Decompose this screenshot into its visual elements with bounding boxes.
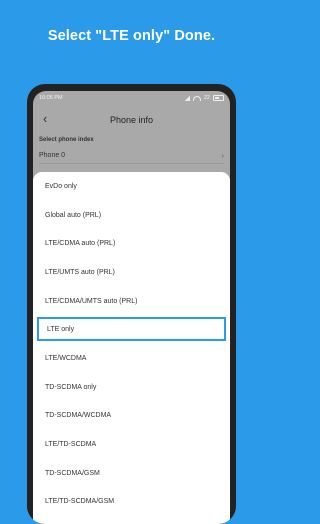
app-bar: ‹ Phone info bbox=[33, 105, 230, 135]
network-option[interactable]: LTE/CDMA auto (PRL) bbox=[33, 229, 230, 258]
battery-level: 22 bbox=[203, 95, 210, 101]
status-time: 10:05 PM bbox=[39, 95, 63, 101]
page-title: Phone info bbox=[109, 115, 154, 125]
signal-icon bbox=[183, 95, 190, 101]
wifi-icon bbox=[192, 95, 201, 101]
status-icons: 22 bbox=[183, 95, 224, 101]
network-option[interactable]: LTE/TD-SCDMA bbox=[33, 430, 230, 459]
network-option[interactable]: LTE/UMTS auto (PRL) bbox=[33, 258, 230, 287]
network-option[interactable]: LTE/WCDMA bbox=[33, 344, 230, 373]
network-option[interactable]: TD-SCDMA/GSM bbox=[33, 459, 230, 488]
network-option-list: EvDo only Global auto (PRL) LTE/CDMA auto … bbox=[33, 172, 230, 516]
network-option[interactable]: LTE/CDMA/UMTS auto (PRL) bbox=[33, 287, 230, 316]
phone-index-value: Phone 0 bbox=[39, 151, 66, 159]
back-arrow-icon[interactable]: ‹ bbox=[43, 111, 47, 126]
network-option[interactable]: EvDo only bbox=[33, 172, 230, 201]
network-option[interactable]: Global auto (PRL) bbox=[33, 201, 230, 230]
chevron-right-icon: › bbox=[221, 150, 224, 160]
network-option[interactable]: TD-SCDMA/WCDMA bbox=[33, 402, 230, 431]
phone-index-select[interactable]: Phone 0 › bbox=[39, 147, 224, 164]
phone-frame: 10:05 PM 22 ‹ Phone info Select phone in… bbox=[27, 84, 236, 524]
headline-text: Select "LTE only" Done. bbox=[47, 28, 216, 44]
network-type-sheet: EvDo only Global auto (PRL) LTE/CDMA auto … bbox=[33, 172, 230, 524]
phone-screen: 10:05 PM 22 ‹ Phone info Select phone in… bbox=[33, 91, 230, 524]
battery-icon bbox=[213, 95, 224, 101]
network-option-selected[interactable]: LTE only bbox=[37, 317, 226, 342]
status-bar: 10:05 PM 22 bbox=[33, 91, 230, 105]
phone-index-label: Select phone index bbox=[39, 137, 94, 143]
network-option[interactable]: TD-SCDMA only bbox=[33, 373, 230, 402]
